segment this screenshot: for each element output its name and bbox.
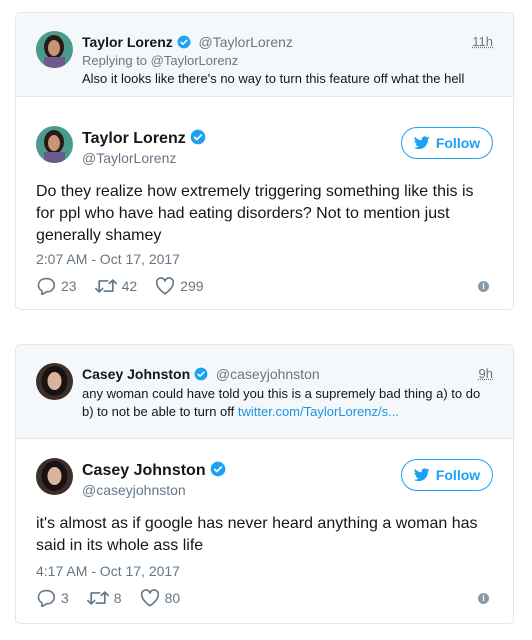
- reply-icon: [37, 589, 55, 607]
- parent-author-name[interactable]: Taylor Lorenz: [82, 34, 173, 50]
- follow-label: Follow: [435, 135, 481, 151]
- parent-tweet-link[interactable]: twitter.com/TaylorLorenz/s...: [238, 404, 399, 419]
- avatar-casey-small[interactable]: [36, 363, 73, 400]
- reply-action[interactable]: 23: [36, 277, 77, 295]
- avatar-taylor[interactable]: [36, 126, 73, 163]
- info-icon[interactable]: i: [478, 593, 489, 604]
- twitter-bird-icon: [413, 136, 430, 150]
- verified-badge-icon: [194, 367, 208, 381]
- parent-tweet[interactable]: Taylor Lorenz @TaylorLorenz 11h Replying…: [16, 13, 513, 97]
- parent-author-name[interactable]: Casey Johnston: [82, 366, 190, 382]
- like-action[interactable]: 299: [155, 277, 204, 295]
- verified-badge-icon: [190, 129, 206, 145]
- parent-tweet-text: any woman could have told you this is a …: [82, 385, 492, 421]
- reply-count: 23: [61, 278, 77, 294]
- tweet-date[interactable]: 4:17 AM - Oct 17, 2017: [36, 563, 180, 579]
- reply-action[interactable]: 3: [36, 589, 69, 607]
- parent-timestamp[interactable]: 9h: [479, 366, 493, 381]
- author-name[interactable]: Casey Johnston: [82, 462, 206, 479]
- tweet-text: it's almost as if google has never heard…: [36, 515, 478, 554]
- follow-button[interactable]: Follow: [401, 459, 493, 491]
- reply-count: 3: [61, 590, 69, 606]
- reply-icon: [37, 277, 55, 295]
- tweet-card-casey: Casey Johnston @caseyjohnston 9h any wom…: [15, 344, 514, 624]
- author-handle[interactable]: @TaylorLorenz: [82, 150, 176, 166]
- twitter-bird-icon: [413, 468, 430, 482]
- author[interactable]: Casey Johnston: [82, 461, 226, 480]
- parent-tweet-text: Also it looks like there's no way to tur…: [82, 71, 465, 86]
- tweet-actions: 23 42 299: [36, 277, 222, 295]
- follow-label: Follow: [435, 467, 481, 483]
- replying-to[interactable]: Replying to @TaylorLorenz: [82, 53, 238, 68]
- retweet-count: 8: [113, 590, 122, 606]
- tweet-actions: 3 8 80: [36, 589, 198, 607]
- retweet-count: 42: [121, 278, 138, 294]
- info-icon[interactable]: i: [478, 281, 489, 292]
- parent-author-handle[interactable]: @TaylorLorenz: [199, 34, 293, 50]
- tweet-card-taylor: Taylor Lorenz @TaylorLorenz 11h Replying…: [15, 12, 514, 310]
- author-handle[interactable]: @caseyjohnston: [82, 482, 186, 498]
- retweet-action[interactable]: 8: [86, 590, 122, 606]
- like-count: 80: [164, 590, 181, 606]
- retweet-icon: [94, 279, 117, 293]
- author-name[interactable]: Taylor Lorenz: [82, 130, 186, 147]
- tweet-text: Do they realize how extremely triggering…: [36, 183, 474, 244]
- author[interactable]: Taylor Lorenz: [82, 129, 206, 148]
- avatar-casey[interactable]: [36, 458, 73, 495]
- parent-author-handle[interactable]: @caseyjohnston: [216, 366, 320, 382]
- parent-author[interactable]: Casey Johnston @caseyjohnston: [82, 366, 320, 382]
- parent-tweet[interactable]: Casey Johnston @caseyjohnston 9h any wom…: [16, 345, 513, 439]
- retweet-action[interactable]: 42: [94, 278, 138, 294]
- parent-author[interactable]: Taylor Lorenz @TaylorLorenz: [82, 34, 293, 50]
- tweet-date[interactable]: 2:07 AM - Oct 17, 2017: [36, 251, 180, 267]
- like-count: 299: [180, 278, 204, 294]
- avatar-taylor-small[interactable]: [36, 31, 73, 68]
- parent-timestamp[interactable]: 11h: [472, 34, 493, 49]
- like-icon: [156, 277, 175, 295]
- follow-button[interactable]: Follow: [401, 127, 493, 159]
- verified-badge-icon: [177, 35, 191, 49]
- retweet-icon: [86, 591, 109, 605]
- like-action[interactable]: 80: [140, 589, 181, 607]
- like-icon: [140, 589, 159, 607]
- verified-badge-icon: [210, 461, 226, 477]
